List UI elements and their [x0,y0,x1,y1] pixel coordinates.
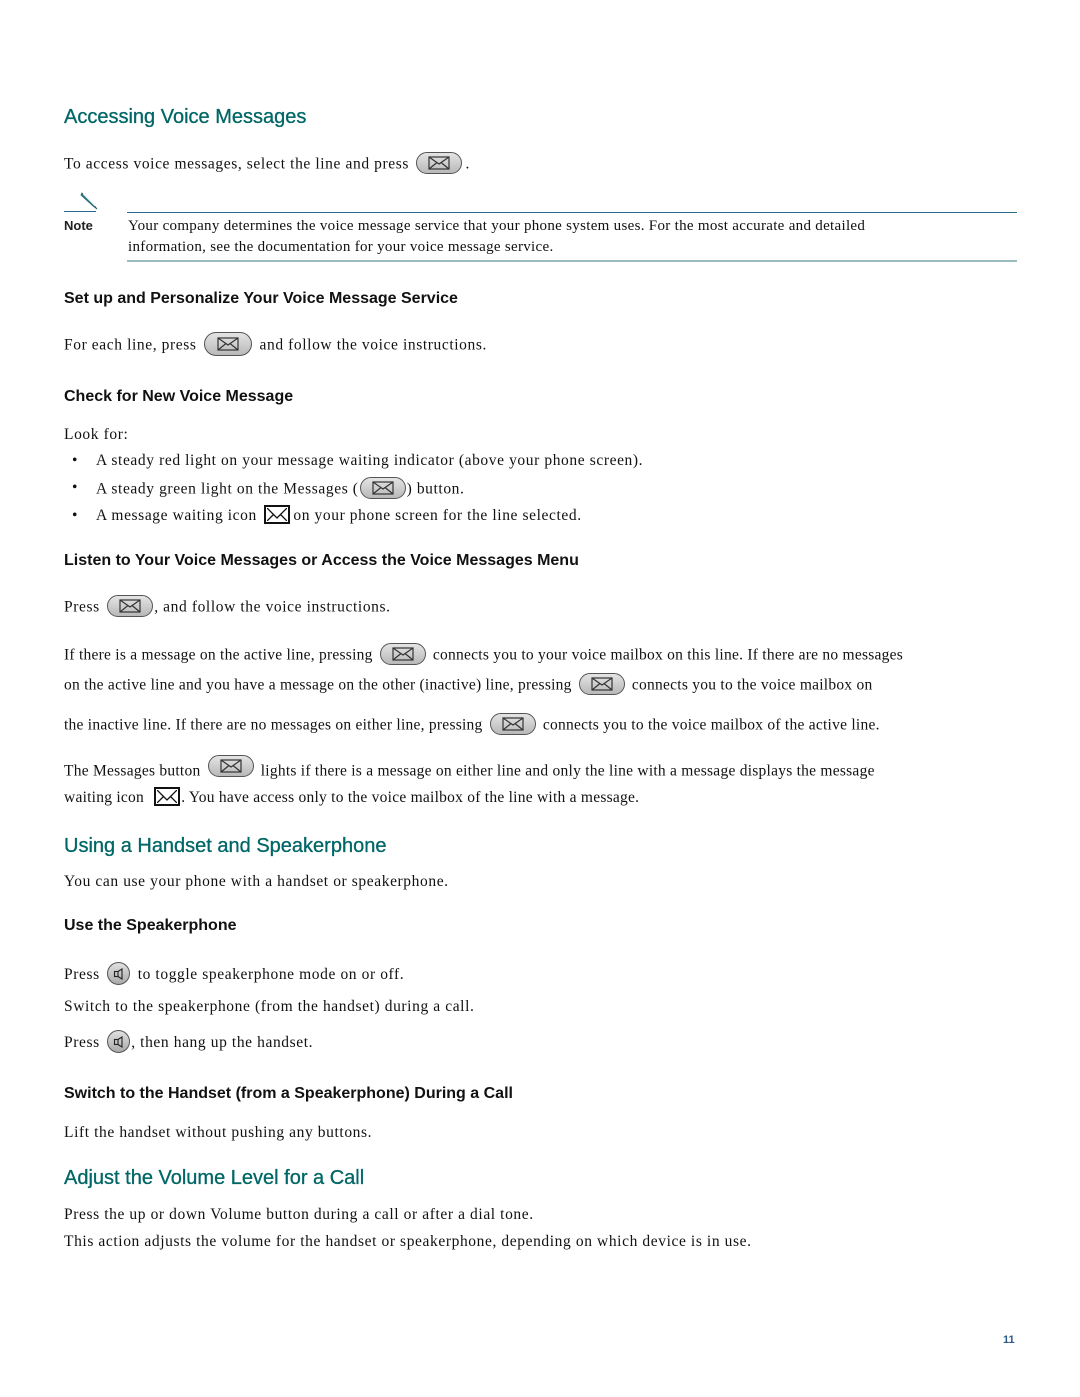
accessing-intro: To access voice messages, select the lin… [64,152,470,176]
messages-button-icon [578,673,625,695]
messages-button-icon [359,477,406,499]
text: on the active line and you have a messag… [64,676,572,694]
setup-text-after: and follow the voice instructions. [259,336,487,354]
speaker-line-3: Press , then hang up the handset. [64,1030,314,1055]
note-text-line-1: Your company determines the voice messag… [128,218,866,234]
section-title-adjust-volume: Adjust the Volume Level for a Call [64,1167,365,1189]
text: to toggle speakerphone mode on or off. [137,966,405,984]
text: lights if there is a message on either l… [260,762,875,780]
listen-para1-line3: the inactive line. If there are no messa… [64,713,880,737]
speaker-line-1: Press to toggle speakerphone mode on or … [64,962,405,987]
note-label-rule [64,211,96,212]
listen-press-after: , and follow the voice instructions. [154,598,391,616]
setup-text-before: For each line, press [64,336,197,354]
subsection-title-listen: Listen to Your Voice Messages or Access … [64,552,579,569]
note-bottom-rule [127,260,1017,262]
listen-para2-line1: The Messages button lights if there is a… [64,755,875,783]
message-waiting-icon [264,505,291,524]
subsection-title-check: Check for New Voice Message [64,388,294,405]
listen-press-before: Press [64,598,100,616]
bullet-text: A steady red light on your message waiti… [96,452,644,469]
text: connects you to the voice mailbox of the… [542,716,880,734]
messages-button-icon [489,713,536,735]
subsection-title-setup: Set up and Personalize Your Voice Messag… [64,290,458,307]
bullet-marker: • [72,507,79,524]
note-top-rule [127,212,1017,213]
listen-para1-line1: If there is a message on the active line… [64,643,904,667]
text: connects you to your voice mailbox on th… [432,646,904,664]
subsection-title-speakerphone: Use the Speakerphone [64,917,237,934]
text: Press [64,966,100,984]
note-pencil-icon [78,190,100,217]
messages-button-icon [416,152,463,174]
text: . You have access only to the voice mail… [181,789,640,806]
message-waiting-icon [154,786,181,806]
text: Press [64,1034,100,1052]
messages-button-icon [207,755,254,777]
accessing-intro-text: To access voice messages, select the lin… [64,155,409,173]
section-title-accessing-voice-messages: Accessing Voice Messages [64,106,307,128]
handset-intro: You can use your phone with a handset or… [64,873,449,890]
note-text-line-2: information, see the documentation for y… [128,239,554,255]
section-title-handset-speakerphone: Using a Handset and Speakerphone [64,835,387,857]
text: the inactive line. If there are no messa… [64,716,483,734]
listen-para2-line2: waiting icon . You have access only to t… [64,786,640,808]
speakerphone-button-icon [107,962,131,985]
bullet-text: A message waiting icon [96,507,257,525]
messages-button-icon [107,595,154,617]
look-for-label: Look for: [64,426,129,443]
bullet-item: A message waiting icon on your phone scr… [96,505,582,526]
text: , then hang up the handset. [131,1034,314,1052]
subsection-title-switch-handset: Switch to the Handset (from a Speakerpho… [64,1085,513,1102]
listen-para1-line2: on the active line and you have a messag… [64,673,873,697]
text: If there is a message on the active line… [64,646,373,664]
speaker-line-2: Switch to the speakerphone (from the han… [64,998,475,1015]
messages-button-icon [379,643,426,665]
accessing-intro-period: . [465,155,470,173]
bullet-marker: • [72,479,79,496]
speakerphone-button-icon [107,1030,131,1053]
volume-line-2: This action adjusts the volume for the h… [64,1233,752,1250]
text: The Messages button [64,762,201,780]
page-number: 11 [1003,1334,1015,1346]
volume-line-1: Press the up or down Volume button durin… [64,1206,534,1223]
bullet-item: A steady red light on your message waiti… [96,452,643,470]
listen-press-text: Press , and follow the voice instruction… [64,595,391,619]
note-label: Note [64,218,93,233]
text: waiting icon [64,789,145,806]
bullet-text: A steady green light on the Messages ( [96,480,359,498]
text: connects you to the voice mailbox on [631,676,873,694]
bullet-item: A steady green light on the Messages ( ) … [96,477,465,501]
bullet-marker: • [72,452,79,469]
bullet-text-after: ) button. [406,480,465,498]
bullet-text-after: on your phone screen for the line select… [293,507,582,525]
setup-text: For each line, press and follow the voic… [64,332,487,358]
switch-handset-text: Lift the handset without pushing any but… [64,1124,373,1141]
messages-button-icon [204,332,253,356]
